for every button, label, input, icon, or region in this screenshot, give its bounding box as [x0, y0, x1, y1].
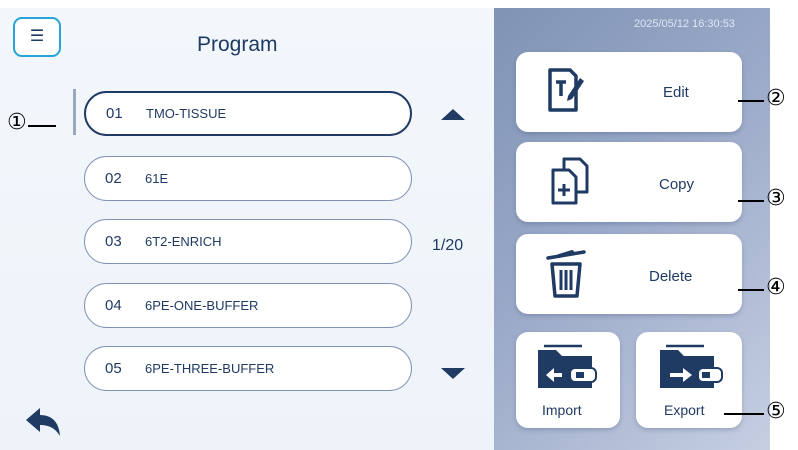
- delete-label: Delete: [649, 268, 693, 285]
- callout-5: ⑤: [766, 399, 786, 424]
- program-name: 61E: [145, 171, 169, 186]
- copy-document-icon: [551, 157, 589, 205]
- export-label: Export: [664, 402, 705, 418]
- callout-line-4: [738, 289, 764, 291]
- import-button[interactable]: Import: [516, 332, 620, 428]
- scroll-down-arrow-icon[interactable]: [441, 368, 465, 379]
- program-name: 6T2-ENRICH: [145, 234, 222, 249]
- menu-button[interactable]: ☰: [13, 17, 61, 57]
- copy-label: Copy: [659, 176, 695, 193]
- delete-button[interactable]: Delete: [516, 234, 742, 314]
- export-folder-icon: [660, 344, 723, 388]
- program-name: 6PE-ONE-BUFFER: [145, 298, 259, 313]
- edit-label: Edit: [663, 84, 689, 101]
- program-item-02[interactable]: 02 61E: [84, 156, 412, 201]
- edit-document-icon: [548, 68, 584, 112]
- callout-4: ④: [766, 275, 786, 300]
- datetime-readout: 2025/05/12 16:30:53: [634, 18, 735, 30]
- callout-2: ②: [766, 86, 786, 111]
- page-indicator: 1/20: [432, 237, 464, 254]
- scroll-up-arrow-icon[interactable]: [441, 109, 465, 120]
- edit-button[interactable]: Edit: [516, 52, 742, 132]
- back-arrow-icon[interactable]: [24, 406, 62, 438]
- callout-1: ①: [7, 110, 27, 135]
- program-number: 03: [105, 233, 122, 250]
- program-item-04[interactable]: 04 6PE-ONE-BUFFER: [84, 283, 412, 328]
- program-number: 01: [106, 105, 123, 122]
- trash-can-icon: [546, 250, 586, 298]
- copy-button[interactable]: Copy: [516, 142, 742, 222]
- program-item-05[interactable]: 05 6PE-THREE-BUFFER: [84, 346, 412, 391]
- program-number: 02: [105, 170, 122, 187]
- callout-line-5: [724, 413, 764, 415]
- program-item-03[interactable]: 03 6T2-ENRICH: [84, 219, 412, 264]
- selection-indicator: [73, 89, 76, 135]
- callout-3: ③: [766, 186, 786, 211]
- page-title: Program: [197, 33, 278, 56]
- import-folder-icon: [538, 344, 597, 388]
- program-number: 04: [105, 297, 122, 314]
- import-label: Import: [542, 402, 582, 418]
- callout-line-3: [738, 200, 764, 202]
- callout-line-1: [28, 125, 56, 127]
- program-name: 6PE-THREE-BUFFER: [145, 361, 275, 376]
- program-number: 05: [105, 360, 122, 377]
- program-item-01[interactable]: 01 TMO-TISSUE: [84, 91, 412, 136]
- callout-line-2: [738, 100, 764, 102]
- hamburger-menu-icon: ☰: [29, 28, 45, 45]
- program-name: TMO-TISSUE: [146, 106, 227, 121]
